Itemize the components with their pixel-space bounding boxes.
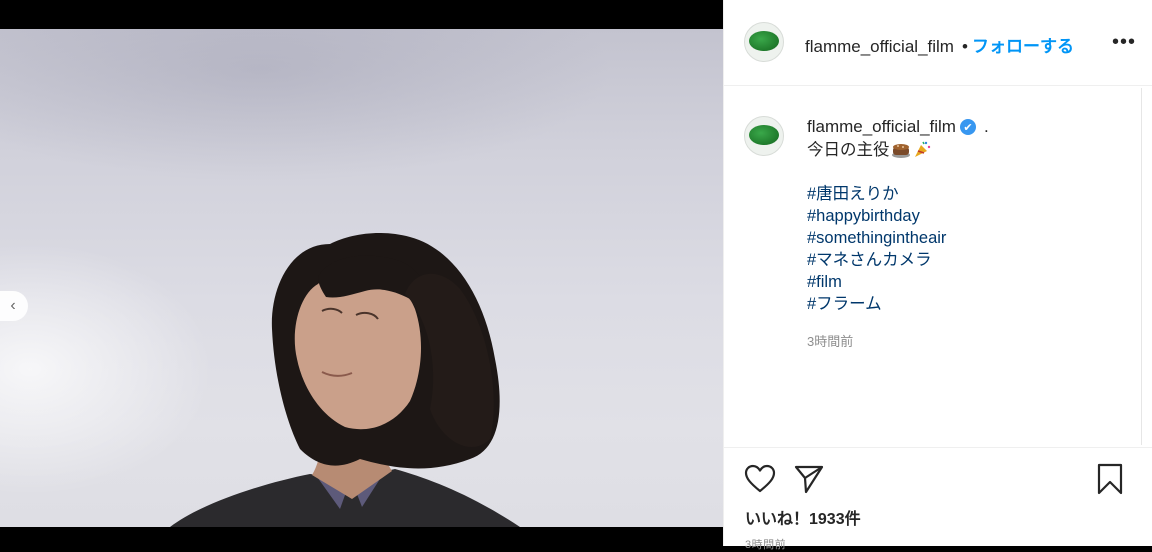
portrait-illustration xyxy=(170,233,520,527)
separator-dot: • xyxy=(962,37,968,56)
leaf-logo-icon xyxy=(749,31,779,51)
party-popper-emoji-icon xyxy=(914,141,930,157)
heart-icon[interactable] xyxy=(744,464,776,494)
post-media: ‹ xyxy=(0,0,723,546)
caption-text: 今日の主役 #唐田えりか #happybirthday #somethingin… xyxy=(807,139,946,315)
bookmark-icon[interactable] xyxy=(1096,463,1124,495)
avatar[interactable] xyxy=(744,22,784,62)
like-count[interactable]: いいね！1933件 xyxy=(745,505,861,529)
caption-trailing: . xyxy=(983,117,989,136)
post-photo[interactable]: ‹ xyxy=(0,29,723,527)
hashtag-link[interactable]: #唐田えりか xyxy=(807,183,946,205)
more-options-icon[interactable]: ••• xyxy=(1112,31,1136,54)
share-icon[interactable] xyxy=(793,464,825,494)
caption-user-line: flamme_official_film ✔ . xyxy=(807,117,989,137)
hashtag-link[interactable]: #film xyxy=(807,271,946,293)
action-bar: いいね！1933件 3時間前 xyxy=(724,447,1152,551)
post-timestamp[interactable]: 3時間前 xyxy=(745,536,786,552)
header-user-line: flamme_official_film • フォローする xyxy=(805,32,1074,57)
hashtag-link[interactable]: #happybirthday xyxy=(807,205,946,227)
post-header: flamme_official_film • フォローする ••• xyxy=(724,0,1152,86)
leaf-logo-icon xyxy=(749,125,779,145)
caption-line-text: 今日の主役 xyxy=(807,141,890,159)
hashtag-link[interactable]: #フラーム xyxy=(807,293,946,315)
caption-username[interactable]: flamme_official_film xyxy=(807,117,956,137)
caption-first-line: 今日の主役 xyxy=(807,139,946,161)
caption-area: flamme_official_film ✔ . 今日の主役 #唐田えりか #h… xyxy=(724,87,1142,447)
post-side-panel: flamme_official_film • フォローする ••• flamme_o… xyxy=(723,0,1152,551)
hashtag-link[interactable]: #somethingintheair xyxy=(807,227,946,249)
caption-scrollbar[interactable] xyxy=(1141,88,1142,445)
follow-button[interactable]: フォローする xyxy=(972,37,1074,56)
cake-emoji-icon xyxy=(891,144,910,158)
chevron-left-icon: ‹ xyxy=(10,297,16,314)
verified-badge-icon: ✔ xyxy=(959,119,976,135)
hashtag-link[interactable]: #マネさんカメラ xyxy=(807,249,946,271)
header-username[interactable]: flamme_official_film xyxy=(805,37,958,57)
caption-timestamp[interactable]: 3時間前 xyxy=(807,331,853,350)
caption-avatar[interactable] xyxy=(744,116,784,156)
